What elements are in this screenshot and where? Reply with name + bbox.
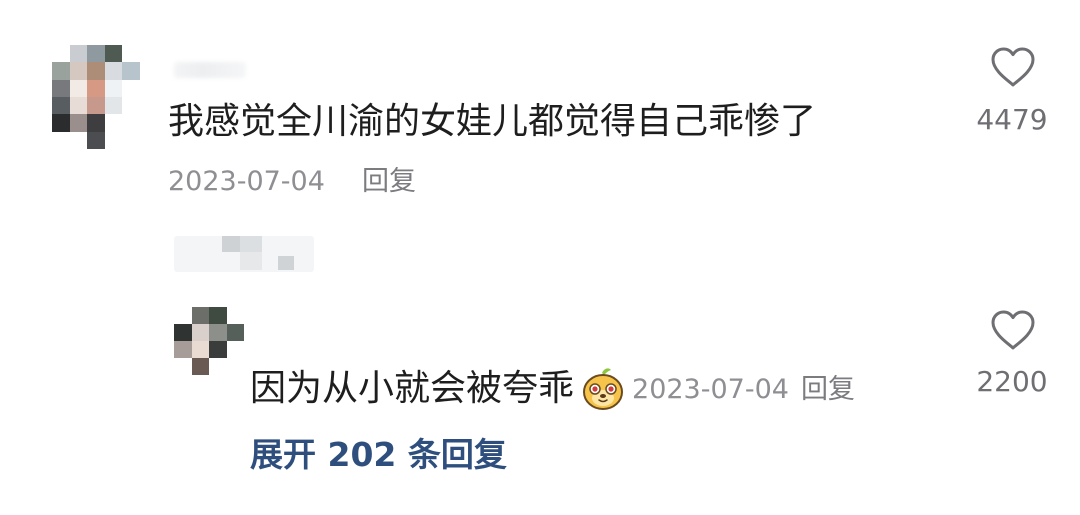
smiling-dog-emoji-icon — [583, 368, 624, 410]
reply-text: 因为从小就会被夸乖 — [250, 368, 575, 409]
reply-button[interactable]: 回复 — [362, 168, 416, 195]
heart-outline-icon[interactable] — [990, 46, 1036, 88]
reply-content-line: 因为从小就会被夸乖 2023-07-04 回复 — [250, 366, 855, 412]
username-redacted[interactable] — [174, 62, 246, 78]
reply-like-count: 2200 — [976, 365, 1048, 398]
expand-replies-link[interactable]: 展开 202 条回复 — [250, 438, 507, 471]
redaction-block — [278, 256, 294, 270]
reply-to-reply-button[interactable]: 回复 — [801, 376, 855, 403]
redaction-block — [222, 236, 240, 252]
redaction-block — [240, 252, 262, 270]
heart-outline-icon[interactable] — [990, 309, 1036, 351]
like-count: 4479 — [976, 103, 1048, 136]
reply-avatar[interactable] — [174, 307, 244, 375]
avatar[interactable] — [52, 45, 140, 149]
comment-text: 我感觉全川渝的女娃儿都觉得自己乖惨了 — [168, 101, 817, 142]
comment-date: 2023-07-04 — [168, 166, 325, 197]
redaction-block — [240, 236, 262, 252]
reply-date: 2023-07-04 — [632, 373, 789, 405]
